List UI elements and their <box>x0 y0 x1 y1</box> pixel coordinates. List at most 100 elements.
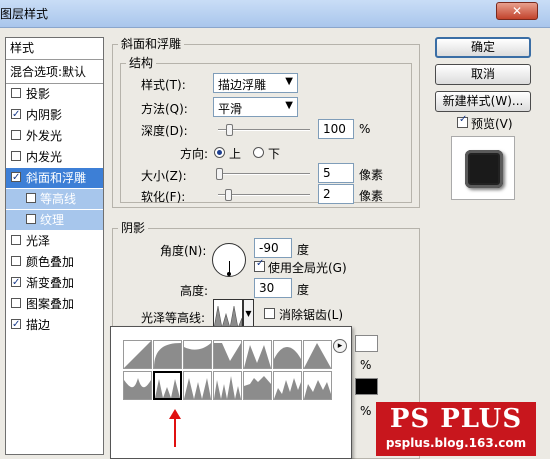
style-item-inner-glow[interactable]: 内发光 <box>6 147 103 167</box>
preview-checkbox[interactable]: ✓ <box>457 114 468 128</box>
direction-down-radio[interactable] <box>253 147 264 158</box>
contour-preset[interactable] <box>303 340 332 369</box>
gloss-contour-picker[interactable] <box>213 299 243 330</box>
antialias-checkbox[interactable] <box>264 308 275 319</box>
contour-preset[interactable] <box>213 340 242 369</box>
depth-slider-handle[interactable] <box>226 124 233 136</box>
direction-up-label: 上 <box>229 147 242 161</box>
antialias-label: 消除锯齿(L) <box>279 308 344 322</box>
checkbox[interactable] <box>11 88 21 98</box>
size-slider-track[interactable] <box>218 173 310 175</box>
popup-menu-button[interactable]: ▸ <box>333 339 347 353</box>
close-button[interactable]: ✕ <box>496 2 538 20</box>
contour-picker-popup: ▸ <box>110 326 352 459</box>
global-light-label: 使用全局光(G) <box>268 261 347 275</box>
highlight-opacity-unit: % <box>360 358 372 372</box>
check-icon: ✓ <box>256 258 265 269</box>
contour-preset[interactable] <box>213 371 242 400</box>
contour-preset[interactable] <box>123 371 152 400</box>
red-arrow-head <box>169 409 181 419</box>
blend-options-item[interactable]: 混合选项:默认 <box>6 62 103 82</box>
style-item-gradient-overlay[interactable]: 渐变叠加 <box>6 273 103 293</box>
size-input[interactable]: 5 <box>318 163 354 183</box>
technique-label: 方法(Q): <box>141 102 188 116</box>
checkbox[interactable] <box>11 105 21 125</box>
red-arrow-shaft <box>174 417 176 447</box>
contour-preset[interactable] <box>273 371 302 400</box>
shading-title: 阴影 <box>118 219 149 236</box>
psplus-watermark-logo: PS PLUS psplus.blog.163.com <box>376 402 536 456</box>
new-style-button[interactable]: 新建样式(W)... <box>435 91 531 112</box>
checkbox[interactable] <box>11 298 21 308</box>
style-item-color-overlay[interactable]: 颜色叠加 <box>6 252 103 272</box>
triangle-right-icon: ▸ <box>337 341 343 351</box>
chevron-down-icon: ▼ <box>285 76 293 87</box>
style-item-stroke[interactable]: 描边 <box>6 315 103 335</box>
contour-preset[interactable] <box>243 340 272 369</box>
altitude-unit: 度 <box>297 283 310 297</box>
size-label: 大小(Z): <box>141 169 187 183</box>
style-dropdown[interactable]: 描边浮雕 ▼ <box>213 73 298 93</box>
watermark-title: PS PLUS <box>389 404 523 434</box>
contour-preset-selected[interactable] <box>153 371 182 400</box>
checkbox[interactable] <box>11 235 21 245</box>
angle-dial[interactable] <box>212 243 246 277</box>
global-light-checkbox[interactable]: ✓ <box>254 258 265 272</box>
direction-up-radio[interactable] <box>214 147 225 158</box>
style-item-contour[interactable]: 等高线 <box>6 189 103 209</box>
contour-preset[interactable] <box>183 340 212 369</box>
direction-down-label: 下 <box>268 147 281 161</box>
style-item-pattern-overlay[interactable]: 图案叠加 <box>6 294 103 314</box>
shadow-color-swatch[interactable] <box>355 378 378 395</box>
contour-preset[interactable] <box>243 371 272 400</box>
check-icon: ✓ <box>459 114 468 125</box>
depth-input[interactable]: 100 <box>318 119 354 139</box>
preview-label: 预览(V) <box>471 117 513 131</box>
title-bar: 图层样式 ✕ <box>0 0 550 28</box>
checkbox[interactable] <box>26 214 36 224</box>
contour-preset[interactable] <box>123 340 152 369</box>
soften-unit: 像素 <box>359 189 384 203</box>
styles-list: 样式 混合选项:默认 投影 内阴影 外发光 内发光 斜面和浮雕 等高线 纹理 光… <box>5 37 104 455</box>
checkbox[interactable] <box>11 315 21 335</box>
style-item-satin[interactable]: 光泽 <box>6 231 103 251</box>
cancel-button[interactable]: 取消 <box>435 64 531 85</box>
checkbox[interactable] <box>11 256 21 266</box>
style-item-bevel-emboss[interactable]: 斜面和浮雕 <box>6 168 103 188</box>
contour-preset[interactable] <box>153 340 182 369</box>
style-item-inner-shadow[interactable]: 内阴影 <box>6 105 103 125</box>
contour-preset[interactable] <box>303 371 332 400</box>
technique-dropdown[interactable]: 平滑 ▼ <box>213 97 298 117</box>
angle-label: 角度(N): <box>160 244 207 258</box>
ok-button[interactable]: 确定 <box>435 37 531 58</box>
soften-slider-handle[interactable] <box>225 189 232 201</box>
close-icon: ✕ <box>511 4 523 18</box>
contour-preset[interactable] <box>183 371 212 400</box>
gloss-contour-dropdown-arrow[interactable]: ▼ <box>243 299 254 329</box>
style-label: 样式(T): <box>141 78 186 92</box>
checkbox[interactable] <box>11 151 21 161</box>
size-slider-handle[interactable] <box>216 168 223 180</box>
checkbox[interactable] <box>11 273 21 293</box>
style-item-texture[interactable]: 纹理 <box>6 210 103 230</box>
window-title: 图层样式 <box>0 7 49 21</box>
contour-preset[interactable] <box>273 340 302 369</box>
structure-title: 结构 <box>126 54 157 71</box>
bevel-section-title: 斜面和浮雕 <box>118 35 185 52</box>
checkbox[interactable] <box>11 168 21 188</box>
depth-label: 深度(D): <box>141 124 188 138</box>
watermark-url: psplus.blog.163.com <box>385 436 527 450</box>
styles-header[interactable]: 样式 <box>6 38 103 58</box>
altitude-input[interactable]: 30 <box>254 278 292 298</box>
soften-input[interactable]: 2 <box>318 184 354 204</box>
angle-input[interactable]: -90 <box>254 238 292 258</box>
soften-label: 软化(F): <box>141 190 186 204</box>
highlight-color-swatch[interactable] <box>355 335 378 352</box>
style-item-drop-shadow[interactable]: 投影 <box>6 84 103 104</box>
checkbox[interactable] <box>26 193 36 203</box>
depth-unit: % <box>359 122 371 136</box>
gloss-contour-label: 光泽等高线: <box>141 311 206 325</box>
checkbox[interactable] <box>11 130 21 140</box>
style-item-outer-glow[interactable]: 外发光 <box>6 126 103 146</box>
chevron-down-icon: ▼ <box>285 100 293 111</box>
